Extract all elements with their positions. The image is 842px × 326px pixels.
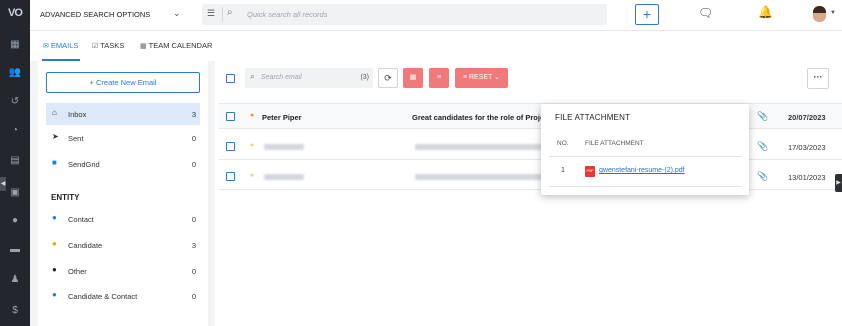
search-icon: ⌕	[227, 7, 233, 18]
divider	[549, 156, 741, 157]
avatar[interactable]	[813, 6, 826, 22]
candidate-contact-icon: ●	[52, 290, 57, 299]
divider	[222, 7, 223, 22]
contact-card-icon[interactable]: ▣	[8, 186, 22, 200]
create-new-email-button[interactable]: + Create New Email	[46, 72, 200, 93]
other-icon: ●	[52, 265, 57, 274]
sidebar-item-contact[interactable]: ● Contact 0	[46, 208, 200, 230]
dashboard-gauge-icon[interactable]: ◔	[8, 124, 22, 138]
sidebar-item-sent[interactable]: ➤ Sent 0	[46, 127, 200, 149]
pdf-icon: PDF	[585, 166, 595, 177]
attachment-number: 1	[561, 167, 565, 174]
refresh-button[interactable]: ⟳	[378, 68, 398, 88]
briefcase-icon[interactable]: ▬	[8, 243, 22, 257]
paperclip-icon[interactable]: 📎	[757, 111, 768, 122]
blurred-subject	[415, 174, 545, 180]
history-icon[interactable]: ↺	[8, 95, 22, 109]
sidebar-item-sendgrid[interactable]: ■ SendGrid 0	[46, 153, 200, 175]
tab-emails[interactable]: ✉ EMAILS	[43, 41, 78, 50]
entity-heading: ENTITY	[51, 193, 80, 202]
collapse-right-handle[interactable]: ▶	[835, 174, 842, 192]
dashboard-icon[interactable]: ▦	[8, 38, 22, 52]
tab-tasks[interactable]: ☑ TASKS	[92, 41, 124, 50]
paperclip-icon[interactable]: 📎	[757, 171, 768, 182]
blurred-subject	[415, 144, 545, 150]
person-icon[interactable]: ●	[8, 214, 22, 228]
collapse-left-handle[interactable]: ◀	[0, 177, 6, 191]
sidebar-item-candidate-contact[interactable]: ● Candidate & Contact 0	[46, 285, 200, 307]
blurred-sender	[264, 144, 304, 150]
contact-icon: ●	[52, 213, 57, 222]
sidebar-item-other[interactable]: ● Other 0	[46, 260, 200, 282]
file-attachment-popup: FILE ATTACHMENT NO. FILE ATTACHMENT 1 PD…	[541, 104, 749, 195]
quick-search-input[interactable]: Quick search all records	[247, 10, 327, 19]
reset-button[interactable]: ≡ RESET ⌄	[455, 68, 508, 88]
sendgrid-icon: ■	[52, 158, 57, 167]
calendar-icon: ▦	[140, 43, 147, 50]
inbox-icon: ⌂	[52, 108, 57, 117]
send-icon: ➤	[52, 132, 59, 141]
clipboard-icon[interactable]: ▤	[8, 154, 22, 168]
row-checkbox[interactable]	[226, 172, 235, 181]
person-icon: ●	[250, 112, 255, 119]
email-search-input[interactable]: Search email	[261, 74, 302, 81]
tab-team-calendar[interactable]: ▦ TEAM CALENDAR	[140, 41, 212, 50]
candidate-icon: ●	[52, 239, 57, 248]
search-icon: ⌕	[250, 71, 256, 81]
filter-icon[interactable]: ☰	[207, 8, 215, 19]
envelope-icon: ✉	[43, 43, 49, 50]
add-button[interactable]: +	[635, 4, 659, 25]
calendar-filter-button[interactable]: ▦	[403, 68, 423, 88]
user-icon[interactable]: ♟	[8, 273, 22, 287]
filter-button[interactable]: ≡	[429, 68, 449, 88]
person-icon: ●	[250, 172, 255, 179]
person-icon: ●	[250, 142, 255, 149]
avatar-chevron-icon[interactable]: ▼	[830, 10, 836, 16]
more-options-button[interactable]: ···	[807, 68, 829, 89]
checkbox-icon: ☑	[92, 43, 99, 50]
select-all-checkbox[interactable]	[226, 74, 235, 83]
divider	[549, 186, 741, 187]
column-header-file: FILE ATTACHMENT	[585, 140, 644, 147]
chevron-down-icon[interactable]: ⌄	[173, 8, 181, 19]
popup-title: FILE ATTACHMENT	[555, 113, 631, 122]
attachment-link[interactable]: gwenstefani-resume-(2).pdf	[599, 167, 685, 174]
sidebar-item-inbox[interactable]: ⌂ Inbox 3	[46, 103, 200, 125]
column-header-no: NO.	[557, 140, 569, 147]
quick-search-bar[interactable]: ☰ ⌕ Quick search all records	[202, 4, 607, 25]
blurred-sender	[264, 174, 304, 180]
module-tabs: ✉ EMAILS ☑ TASKS ▦ TEAM CALENDAR	[30, 31, 842, 61]
advanced-search-options[interactable]: ADVANCED SEARCH OPTIONS	[40, 10, 150, 19]
row-checkbox[interactable]	[226, 112, 235, 121]
left-nav-bar: VO ▦ 👥 ↺ ◔ ▤ ▣ ● ▬ ♟ $ ◀	[0, 0, 30, 326]
row-checkbox[interactable]	[226, 142, 235, 151]
email-search-bar[interactable]: ⌕ Search email (3)	[245, 68, 373, 88]
bell-icon[interactable]: 🔔	[758, 5, 773, 19]
people-icon[interactable]: 👥	[8, 66, 22, 80]
chat-icon[interactable]: 🗨	[698, 6, 713, 20]
app-logo[interactable]: VO	[0, 7, 30, 19]
paperclip-icon[interactable]: 📎	[757, 141, 768, 152]
email-sidebar: + Create New Email ⌂ Inbox 3 ➤ Sent 0 ■ …	[38, 61, 208, 326]
top-bar: ADVANCED SEARCH OPTIONS ⌄ ☰ ⌕ Quick sear…	[30, 0, 842, 31]
dollar-icon[interactable]: $	[8, 304, 22, 318]
email-count: (3)	[360, 74, 369, 81]
sidebar-item-candidate[interactable]: ● Candidate 3	[46, 234, 200, 256]
